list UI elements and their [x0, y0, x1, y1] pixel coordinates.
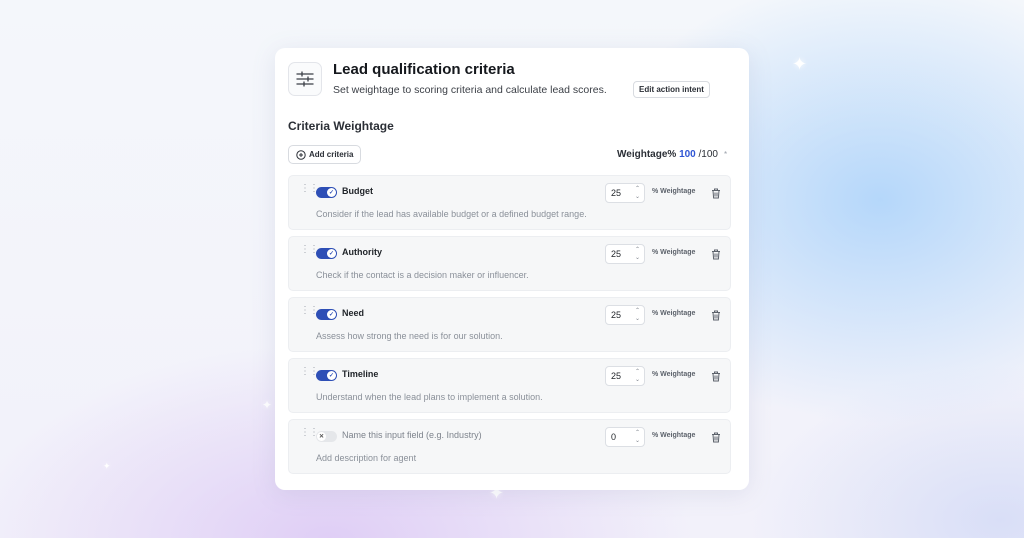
- weightage-total: Weightage% 100 /100: [617, 149, 718, 160]
- weight-value[interactable]: 25: [611, 249, 621, 259]
- add-criteria-label: Add criteria: [309, 150, 354, 159]
- criteria-row-timeline: ⋮⋮ ✓ Timeline Understand when the lead p…: [288, 358, 731, 413]
- check-icon: ✓: [327, 188, 336, 197]
- weight-value[interactable]: 25: [611, 310, 621, 320]
- sliders-icon: [288, 62, 322, 96]
- weight-stepper[interactable]: 0 ⌃ ⌄: [605, 427, 645, 447]
- stepper-arrows-icon[interactable]: ⌃ ⌄: [635, 368, 640, 384]
- plus-circle-icon: [296, 149, 306, 160]
- trash-icon[interactable]: [711, 247, 721, 265]
- criteria-description[interactable]: Assess how strong the need is for our so…: [316, 331, 503, 341]
- weightage-current: 100: [679, 149, 696, 160]
- criteria-name[interactable]: Need: [342, 308, 364, 318]
- check-icon: ✓: [327, 371, 336, 380]
- close-icon: ✕: [317, 432, 326, 441]
- drag-handle-icon[interactable]: ⋮⋮: [300, 367, 319, 377]
- stepper-arrows-icon[interactable]: ⌃ ⌄: [635, 246, 640, 262]
- edit-action-intent-button[interactable]: Edit action intent: [633, 81, 710, 98]
- weight-stepper[interactable]: 25 ⌃ ⌄: [605, 183, 645, 203]
- criteria-row-budget: ⋮⋮ ✓ Budget Consider if the lead has ava…: [288, 175, 731, 230]
- drag-handle-icon[interactable]: ⋮⋮: [300, 184, 319, 194]
- weight-stepper[interactable]: 25 ⌃ ⌄: [605, 366, 645, 386]
- criteria-row-authority: ⋮⋮ ✓ Authority Check if the contact is a…: [288, 236, 731, 291]
- stepper-arrows-icon[interactable]: ⌃ ⌄: [635, 185, 640, 201]
- criteria-name[interactable]: Timeline: [342, 369, 378, 379]
- section-title: Criteria Weightage: [288, 119, 394, 133]
- stepper-arrows-icon[interactable]: ⌃ ⌄: [635, 429, 640, 445]
- sparkle-icon: ✦: [262, 398, 273, 412]
- criteria-name[interactable]: Authority: [342, 247, 382, 257]
- criteria-name-input[interactable]: Name this input field (e.g. Industry): [342, 430, 482, 440]
- criteria-toggle[interactable]: ✓: [316, 309, 337, 320]
- page-title: Lead qualification criteria: [333, 61, 515, 78]
- weight-value[interactable]: 25: [611, 188, 621, 198]
- drag-handle-icon[interactable]: ⋮⋮: [300, 245, 319, 255]
- weightage-max: /100: [698, 149, 718, 160]
- trash-icon[interactable]: [711, 308, 721, 326]
- criteria-row-new: ⋮⋮ ✕ Name this input field (e.g. Industr…: [288, 419, 731, 474]
- lead-criteria-card: Lead qualification criteria Set weightag…: [275, 48, 749, 490]
- required-mark: *: [724, 150, 728, 159]
- criteria-description[interactable]: Consider if the lead has available budge…: [316, 209, 587, 219]
- criteria-toggle[interactable]: ✓: [316, 187, 337, 198]
- page-subtitle: Set weightage to scoring criteria and ca…: [333, 84, 607, 96]
- trash-icon[interactable]: [711, 369, 721, 387]
- weight-stepper[interactable]: 25 ⌃ ⌄: [605, 305, 645, 325]
- criteria-toggle[interactable]: ✓: [316, 370, 337, 381]
- weight-stepper[interactable]: 25 ⌃ ⌄: [605, 244, 645, 264]
- drag-handle-icon[interactable]: ⋮⋮: [300, 428, 319, 438]
- criteria-description-input[interactable]: Add description for agent: [316, 453, 416, 463]
- drag-handle-icon[interactable]: ⋮⋮: [300, 306, 319, 316]
- trash-icon[interactable]: [711, 430, 721, 448]
- criteria-toggle[interactable]: ✕: [316, 431, 337, 442]
- criteria-name[interactable]: Budget: [342, 186, 373, 196]
- weight-value[interactable]: 0: [611, 432, 616, 442]
- sparkle-icon: ✦: [792, 54, 808, 74]
- weight-unit-label: % Weightage: [652, 188, 696, 195]
- criteria-description[interactable]: Understand when the lead plans to implem…: [316, 392, 543, 402]
- weight-unit-label: % Weightage: [652, 432, 696, 439]
- weight-unit-label: % Weightage: [652, 371, 696, 378]
- weight-value[interactable]: 25: [611, 371, 621, 381]
- stepper-arrows-icon[interactable]: ⌃ ⌄: [635, 307, 640, 323]
- weight-unit-label: % Weightage: [652, 249, 696, 256]
- weight-unit-label: % Weightage: [652, 310, 696, 317]
- sparkle-icon: ✦: [103, 461, 111, 471]
- criteria-description[interactable]: Check if the contact is a decision maker…: [316, 270, 529, 280]
- trash-icon[interactable]: [711, 186, 721, 204]
- weightage-label: Weightage%: [617, 149, 677, 160]
- criteria-toggle[interactable]: ✓: [316, 248, 337, 259]
- check-icon: ✓: [327, 310, 336, 319]
- check-icon: ✓: [327, 249, 336, 258]
- criteria-list: ⋮⋮ ✓ Budget Consider if the lead has ava…: [288, 175, 731, 480]
- criteria-row-need: ⋮⋮ ✓ Need Assess how strong the need is …: [288, 297, 731, 352]
- add-criteria-button[interactable]: Add criteria: [288, 145, 361, 164]
